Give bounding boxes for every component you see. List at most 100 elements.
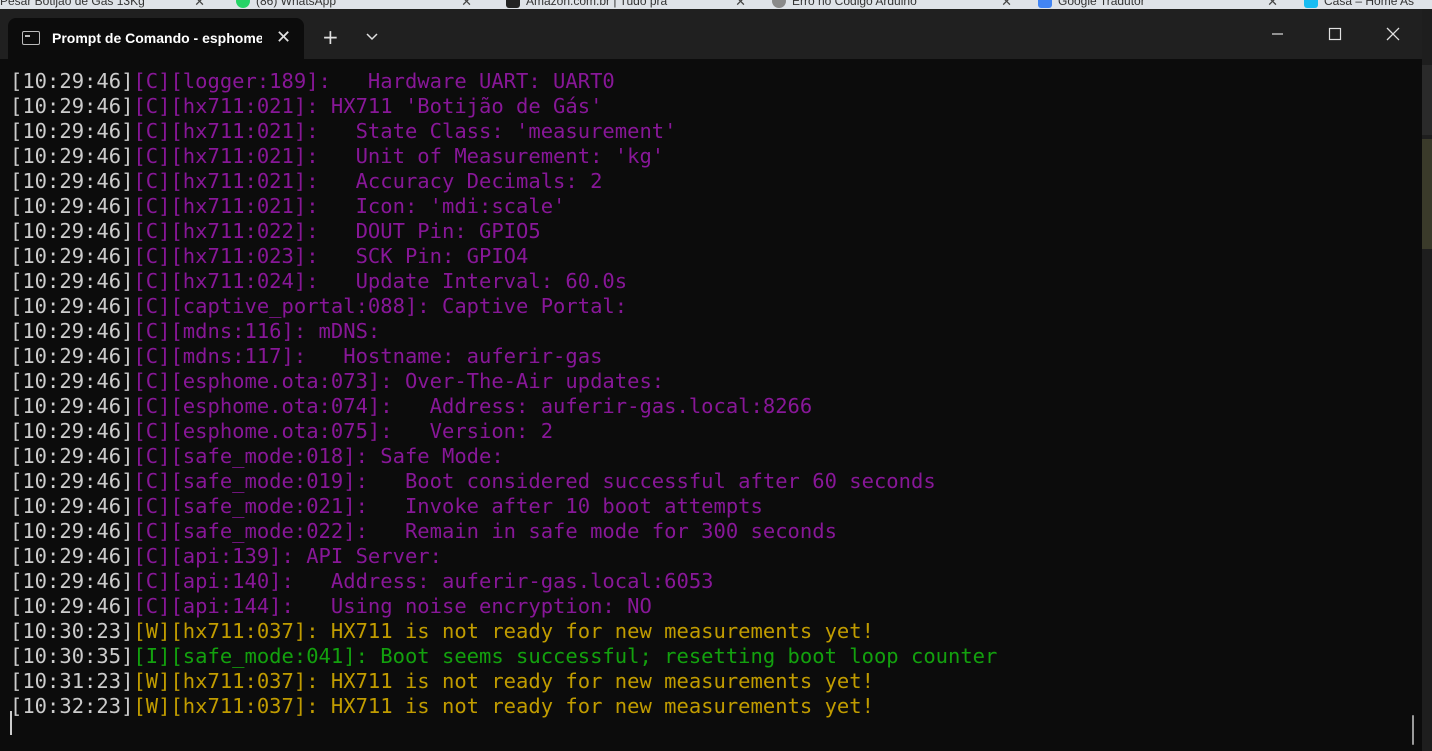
log-message: [C][api:139]: API Server: bbox=[133, 544, 442, 568]
log-message: [C][esphome.ota:074]: Address: auferir-g… bbox=[133, 394, 813, 418]
log-message: [C][api:140]: Address: auferir-gas.local… bbox=[133, 569, 714, 593]
log-line: [10:29:46][C][esphome.ota:073]: Over-The… bbox=[10, 369, 1410, 394]
close-icon[interactable]: ✕ bbox=[735, 0, 746, 9]
log-line: [10:29:46][C][safe_mode:022]: Remain in … bbox=[10, 519, 1410, 544]
log-line: [10:29:46][C][api:140]: Address: auferir… bbox=[10, 569, 1410, 594]
log-message: [C][safe_mode:021]: Invoke after 10 boot… bbox=[133, 494, 763, 518]
chatgpt-icon bbox=[772, 0, 786, 8]
whatsapp-icon bbox=[236, 0, 250, 8]
background-tab-label: Pesar Botijão de Gás 13Kg bbox=[0, 0, 145, 8]
close-icon[interactable]: ✕ bbox=[194, 0, 205, 9]
minimize-button[interactable] bbox=[1254, 19, 1300, 49]
log-line: [10:29:46][C][hx711:023]: SCK Pin: GPIO4 bbox=[10, 244, 1410, 269]
log-timestamp: [10:29:46] bbox=[10, 94, 134, 118]
log-timestamp: [10:29:46] bbox=[10, 519, 134, 543]
log-message: [I][safe_mode:041]: Boot seems successfu… bbox=[133, 644, 998, 668]
background-tab-label: Amazon.com.br | Tudo pra bbox=[526, 0, 668, 8]
close-window-button[interactable] bbox=[1370, 19, 1416, 49]
log-message: [C][hx711:022]: DOUT Pin: GPIO5 bbox=[133, 219, 541, 243]
log-timestamp: [10:29:46] bbox=[10, 194, 134, 218]
log-timestamp: [10:29:46] bbox=[10, 394, 134, 418]
log-line: [10:29:46][C][api:139]: API Server: bbox=[10, 544, 1410, 569]
background-tab-label: (86) WhatsApp bbox=[256, 0, 337, 8]
log-timestamp: [10:29:46] bbox=[10, 219, 134, 243]
log-message: [C][safe_mode:022]: Remain in safe mode … bbox=[133, 519, 837, 543]
log-message: [C][hx711:024]: Update Interval: 60.0s bbox=[133, 269, 628, 293]
log-message: [C][hx711:021]: HX711 'Botijão de Gás' bbox=[133, 94, 603, 118]
log-message: [C][hx711:021]: Accuracy Decimals: 2 bbox=[133, 169, 603, 193]
log-timestamp: [10:29:46] bbox=[10, 344, 134, 368]
log-timestamp: [10:29:46] bbox=[10, 569, 134, 593]
title-bar[interactable]: Prompt de Comando - esphome ✕ + bbox=[0, 9, 1422, 59]
tab-title: Prompt de Comando - esphome bbox=[52, 30, 262, 46]
close-icon[interactable]: ✕ bbox=[1001, 0, 1012, 9]
log-message: [C][hx711:021]: Unit of Measurement: 'kg… bbox=[133, 144, 665, 168]
home-assistant-icon bbox=[1304, 0, 1318, 8]
log-timestamp: [10:32:23] bbox=[10, 694, 134, 718]
log-timestamp: [10:29:46] bbox=[10, 119, 134, 143]
log-line: [10:31:23][W][hx711:037]: HX711 is not r… bbox=[10, 669, 1410, 694]
log-line: [10:29:46][C][hx711:021]: HX711 'Botijão… bbox=[10, 94, 1410, 119]
background-tab[interactable]: Pesar Botijão de Gás 13Kg ✕ bbox=[0, 0, 205, 9]
close-tab-button[interactable]: ✕ bbox=[276, 27, 291, 48]
google-translate-icon bbox=[1038, 0, 1052, 8]
log-line: [10:29:46][C][captive_portal:088]: Capti… bbox=[10, 294, 1410, 319]
console-output[interactable]: [10:29:46][C][logger:189]: Hardware UART… bbox=[10, 69, 1410, 749]
log-line: [10:29:46][C][esphome.ota:075]: Version:… bbox=[10, 419, 1410, 444]
log-timestamp: [10:29:46] bbox=[10, 594, 134, 618]
log-line: [10:29:46][C][mdns:117]: Hostname: aufer… bbox=[10, 344, 1410, 369]
background-tab[interactable]: (86) WhatsApp ✕ bbox=[236, 0, 472, 9]
background-tab[interactable]: Amazon.com.br | Tudo pra ✕ bbox=[506, 0, 746, 9]
close-icon[interactable]: ✕ bbox=[461, 0, 472, 9]
log-message: [C][mdns:117]: Hostname: auferir-gas bbox=[133, 344, 603, 368]
log-line: [10:29:46][C][hx711:024]: Update Interva… bbox=[10, 269, 1410, 294]
background-window bbox=[1422, 9, 1432, 751]
scrollbar-thumb[interactable] bbox=[1412, 715, 1414, 745]
log-line: [10:29:46][C][mdns:116]: mDNS: bbox=[10, 319, 1410, 344]
log-message: [C][hx711:021]: State Class: 'measuremen… bbox=[133, 119, 677, 143]
close-icon[interactable]: ✕ bbox=[1267, 0, 1278, 9]
background-tab[interactable]: Google Tradutor ✕ bbox=[1038, 0, 1278, 9]
log-timestamp: [10:29:46] bbox=[10, 544, 134, 568]
log-timestamp: [10:29:46] bbox=[10, 494, 134, 518]
log-timestamp: [10:29:46] bbox=[10, 269, 134, 293]
log-message: [C][mdns:116]: mDNS: bbox=[133, 319, 381, 343]
log-message: [W][hx711:037]: HX711 is not ready for n… bbox=[133, 694, 874, 718]
background-panel bbox=[1422, 139, 1432, 249]
log-timestamp: [10:29:46] bbox=[10, 169, 134, 193]
log-timestamp: [10:29:46] bbox=[10, 369, 134, 393]
log-line: [10:30:23][W][hx711:037]: HX711 is not r… bbox=[10, 619, 1410, 644]
maximize-button[interactable] bbox=[1312, 19, 1358, 49]
background-tab-label: Casa – Home As bbox=[1324, 0, 1415, 8]
log-message: [W][hx711:037]: HX711 is not ready for n… bbox=[133, 669, 874, 693]
log-message: [C][logger:189]: Hardware UART: UART0 bbox=[133, 69, 615, 93]
background-tab[interactable]: Erro no Código Arduino ✕ bbox=[772, 0, 1012, 9]
tab-command-prompt[interactable]: Prompt de Comando - esphome ✕ bbox=[8, 18, 304, 59]
chevron-down-icon[interactable] bbox=[364, 28, 380, 44]
log-line: [10:29:46][C][safe_mode:019]: Boot consi… bbox=[10, 469, 1410, 494]
background-browser-tabs: Pesar Botijão de Gás 13Kg ✕ (86) WhatsAp… bbox=[0, 0, 1432, 9]
log-timestamp: [10:29:46] bbox=[10, 294, 134, 318]
log-timestamp: [10:30:23] bbox=[10, 619, 134, 643]
log-line: [10:32:23][W][hx711:037]: HX711 is not r… bbox=[10, 694, 1410, 719]
log-message: [C][hx711:023]: SCK Pin: GPIO4 bbox=[133, 244, 529, 268]
log-message: [C][esphome.ota:073]: Over-The-Air updat… bbox=[133, 369, 665, 393]
text-cursor bbox=[10, 711, 12, 735]
amazon-icon bbox=[506, 0, 520, 8]
log-message: [C][esphome.ota:075]: Version: 2 bbox=[133, 419, 554, 443]
new-tab-button[interactable]: + bbox=[322, 27, 339, 47]
log-message: [W][hx711:037]: HX711 is not ready for n… bbox=[133, 619, 874, 643]
terminal-window: Prompt de Comando - esphome ✕ + [10:29:4… bbox=[0, 9, 1422, 751]
command-prompt-icon bbox=[22, 31, 40, 45]
log-line: [10:30:35][I][safe_mode:041]: Boot seems… bbox=[10, 644, 1410, 669]
log-message: [C][safe_mode:018]: Safe Mode: bbox=[133, 444, 504, 468]
log-line: [10:29:46][C][api:144]: Using noise encr… bbox=[10, 594, 1410, 619]
background-tab-label: Google Tradutor bbox=[1058, 0, 1145, 8]
log-line: [10:29:46][C][safe_mode:021]: Invoke aft… bbox=[10, 494, 1410, 519]
background-tab[interactable]: Casa – Home As bbox=[1304, 0, 1432, 9]
log-line: [10:29:46][C][safe_mode:018]: Safe Mode: bbox=[10, 444, 1410, 469]
log-line: [10:29:46][C][esphome.ota:074]: Address:… bbox=[10, 394, 1410, 419]
log-timestamp: [10:31:23] bbox=[10, 669, 134, 693]
log-message: [C][api:144]: Using noise encryption: NO bbox=[133, 594, 652, 618]
log-timestamp: [10:29:46] bbox=[10, 69, 134, 93]
